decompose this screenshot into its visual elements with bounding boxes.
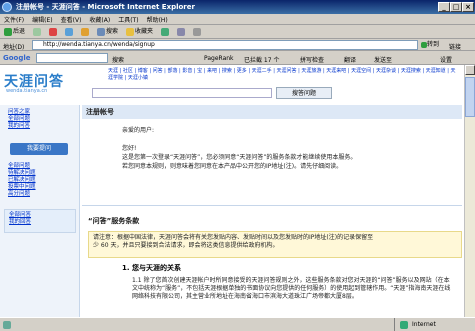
pagerank-indicator[interactable]: PageRank	[204, 55, 234, 62]
forward-button[interactable]	[31, 26, 43, 37]
sidebar-item-my-answers[interactable]: 我的回答	[5, 219, 75, 226]
back-button[interactable]: 后退	[2, 26, 27, 37]
sidebar-question-links: 全部问题 待解决问题 已解决问题 投票中问题 高分问题	[0, 163, 79, 198]
menu-favorites[interactable]: 收藏(A)	[89, 15, 110, 24]
status-divider	[394, 318, 395, 331]
sidebar: 问答之家 全部问题 我的问答 我要提问 全部问题 待解决问题 已解决问题 投票中…	[0, 105, 80, 317]
scroll-up-button[interactable]	[465, 65, 475, 75]
home-icon	[81, 27, 90, 36]
address-bar: 地址(D) http://wenda.tianya.cn/wenda/signu…	[0, 39, 475, 51]
close-button[interactable]: ×	[462, 2, 474, 12]
sidebar-user-box: 全部问答 我的回答	[4, 209, 76, 233]
address-label: 地址(D)	[3, 44, 25, 51]
menu-edit[interactable]: 编辑(E)	[32, 15, 52, 24]
mail-button[interactable]	[175, 26, 187, 37]
google-logo[interactable]: Google	[3, 54, 31, 62]
site-search-button[interactable]: 搜答问题	[276, 87, 332, 99]
translate-button[interactable]: 翻译	[344, 55, 356, 64]
page-done-icon	[3, 321, 11, 329]
sidebar-item-voting[interactable]: 投票中问题	[0, 184, 79, 191]
intro-line-1: 这是您第一次登录“天涯问答”，您必须同意“天涯问答”的服务条款才能继续使用本服务…	[122, 154, 357, 161]
menu-bar: 文件(F) 编辑(E) 查看(V) 收藏(A) 工具(T) 帮助(H)	[0, 14, 475, 25]
refresh-button[interactable]	[63, 26, 75, 37]
section-title: “问答”服务条款	[88, 217, 140, 225]
ie-logo-icon	[2, 2, 12, 12]
site-logo-subtitle: wenda.tianya.cn	[6, 88, 48, 94]
media-button[interactable]	[159, 26, 171, 37]
sidebar-item-all-questions[interactable]: 全部问题	[0, 163, 79, 170]
google-search-button[interactable]: 搜索	[112, 55, 124, 64]
hello-text: 您好!	[122, 145, 137, 152]
refresh-icon	[65, 27, 74, 36]
greeting: 亲爱的用户:	[122, 127, 155, 134]
sidebar-top-links: 问答之家 全部问题 我的问答	[0, 105, 79, 130]
sidebar-item-mine[interactable]: 我的问答	[0, 123, 79, 130]
site-navigation[interactable]: 天涯 | 社区 | 博客 | 问答 | 部落 | 影音 | 宝 | 来吧 | 搜…	[108, 68, 458, 82]
main-panel: 注册帐号 亲爱的用户: 您好! 这是您第一次登录“天涯问答”，您必须同意“天涯问…	[82, 105, 462, 317]
stop-button[interactable]	[47, 26, 59, 37]
legal-notice: 请注意：根据中国法律，天涯问答会将有关您发贴内容、发贴时间以及您发贴时的IP地址…	[88, 231, 462, 258]
sidebar-item-high-score[interactable]: 高分问题	[0, 191, 79, 198]
star-icon	[126, 27, 135, 36]
security-zone-label: Internet	[412, 321, 436, 328]
google-settings-button[interactable]: 设置	[440, 55, 452, 64]
ask-question-button[interactable]: 我要提问	[10, 143, 68, 155]
links-label[interactable]: 链接	[449, 42, 461, 51]
terms-paragraph: 1.1 除了您首次创建天涯帐户时所同意接受的天涯问答规则之外，这些服务条款对您对…	[132, 277, 451, 300]
printer-icon	[193, 27, 202, 36]
page-content: 天涯问答 wenda.tianya.cn 天涯 | 社区 | 博客 | 问答 |…	[0, 65, 475, 317]
maximize-button[interactable]: □	[450, 2, 462, 12]
notice-line-1: 请注意：根据中国法律，天涯问答会将有关您发贴内容、发贴时间以及您发贴时的IP地址…	[93, 234, 374, 241]
subsection-title: 1. 您与天涯的关系	[122, 264, 181, 272]
title-bar: 注册帐号 - 天涯问答 - Microsoft Internet Explore…	[0, 0, 475, 14]
stop-icon	[49, 27, 58, 36]
google-search-input[interactable]	[36, 53, 108, 63]
page-title: 注册帐号	[82, 105, 462, 119]
minimize-button[interactable]: _	[438, 2, 450, 12]
sidebar-item-solved[interactable]: 已解决问题	[0, 177, 79, 184]
vertical-scrollbar[interactable]	[464, 65, 475, 317]
divider	[82, 205, 462, 206]
menu-help[interactable]: 帮助(H)	[147, 15, 168, 24]
notice-line-2: 少 60 天，并且只要接到合法请求，即会将这类信息提供给政府机构。	[93, 242, 279, 249]
back-arrow-icon	[4, 27, 12, 36]
sidebar-item-all[interactable]: 全部问题	[0, 116, 79, 123]
sidebar-item-home[interactable]: 问答之家	[0, 109, 79, 116]
standard-toolbar: 后退 搜索 收藏夹	[0, 25, 475, 39]
mail-icon	[177, 27, 186, 36]
internet-zone-icon	[400, 321, 408, 329]
sidebar-item-unsolved[interactable]: 待解决问题	[0, 170, 79, 177]
status-bar: Internet	[0, 317, 475, 331]
forward-arrow-icon	[33, 27, 42, 36]
print-button[interactable]	[191, 26, 203, 37]
address-input[interactable]: http://wenda.tianya.cn/wenda/signup	[32, 40, 418, 50]
popup-blocked-count[interactable]: 已拦截 17 个	[244, 55, 279, 64]
intro-line-2: 若您同意本规则，则意味着您同意在本产品中公开您的IP地址(注)。请先仔细阅读。	[122, 163, 343, 170]
menu-tools[interactable]: 工具(T)	[118, 15, 138, 24]
home-button[interactable]	[79, 26, 91, 37]
spell-check-button[interactable]: 拼写检查	[300, 55, 324, 64]
go-button[interactable]: 转到	[421, 40, 445, 50]
send-to-button[interactable]: 发送至	[374, 55, 392, 64]
search-icon	[97, 27, 106, 36]
favorites-button[interactable]: 收藏夹	[124, 26, 155, 37]
window-title: 注册帐号 - 天涯问答 - Microsoft Internet Explore…	[16, 3, 195, 11]
search-button[interactable]: 搜索	[95, 26, 120, 37]
site-search-input[interactable]	[92, 88, 272, 98]
sidebar-item-all-answers[interactable]: 全部问答	[5, 212, 75, 219]
scroll-thumb[interactable]	[465, 77, 475, 117]
menu-file[interactable]: 文件(F)	[4, 15, 24, 24]
media-icon	[161, 27, 170, 36]
menu-view[interactable]: 查看(V)	[61, 15, 82, 24]
google-toolbar: Google 搜索 PageRank 已拦截 17 个 拼写检查 翻译 发送至 …	[0, 51, 475, 65]
